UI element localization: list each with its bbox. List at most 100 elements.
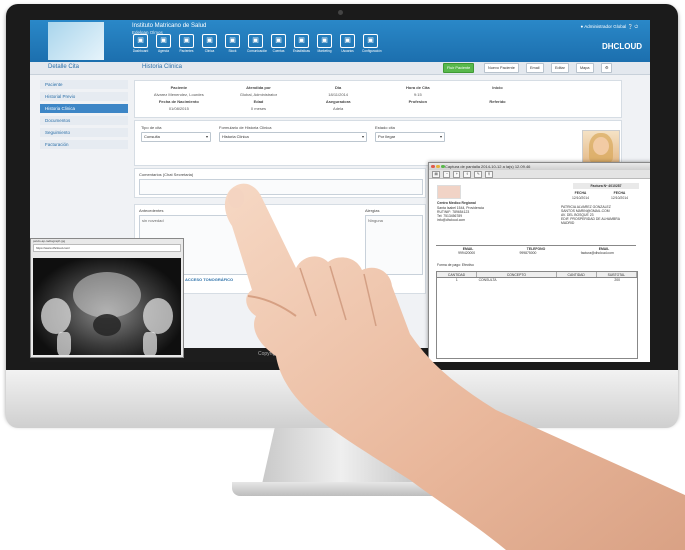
td-subtotal: 200 — [614, 278, 621, 282]
invoice-title: Factura Nº 4010287 — [573, 183, 639, 189]
maximize-icon[interactable] — [441, 164, 445, 168]
xray-browser-window[interactable]: pelvis-ap-radiograph.jpg https://www.dhc… — [30, 238, 184, 358]
nav-icon: ▣ — [156, 34, 171, 48]
xray-image — [33, 258, 181, 356]
nav-icon: ▣ — [202, 34, 217, 48]
sidebar-item-4[interactable]: Seguimiento — [40, 128, 128, 137]
power-icon[interactable]: ⏻ — [634, 24, 638, 29]
invoice-logo — [437, 185, 461, 199]
screenshot-title: Captura de pantalla 2014-10-12 a la(s) 1… — [445, 164, 531, 169]
nav-label: Dashboard — [132, 49, 149, 53]
estado-label: Estado cita — [375, 125, 395, 130]
tipo-select[interactable]: Consulta — [141, 132, 211, 142]
th-cantidad: CANTIDAD — [437, 272, 478, 277]
sidebar-item-5[interactable]: Facturación — [40, 140, 128, 149]
appt-value: 18/11/2014 — [328, 92, 349, 97]
appt-value: 01/08/2015 — [168, 106, 189, 111]
nav-icon: ▣ — [340, 34, 355, 48]
nav-label: Usuarios — [341, 49, 354, 53]
nav-item-0[interactable]: ▣ Dashboard — [132, 34, 149, 53]
fluir-paciente-button[interactable]: Fluir Paciente — [443, 63, 475, 73]
appt-value: 9:15 — [413, 92, 422, 97]
nav-icon: ▣ — [179, 34, 194, 48]
page-title: Detalle Cita — [48, 64, 80, 70]
nav-label: Comunicación — [247, 49, 268, 53]
nav-item-4[interactable]: ▣ Stock — [224, 34, 241, 53]
nav-icon: ▣ — [271, 34, 286, 48]
acceso-link[interactable]: ACCESO TONOGRÁFICO — [185, 277, 233, 282]
meta-val-1: 12/10/2014 — [572, 196, 589, 200]
institution-label: Instituto Matricano de Salud — [132, 23, 207, 29]
appt-key: Inicio — [492, 85, 503, 90]
appt-value: Global, Administrator — [239, 92, 278, 97]
appt-value — [458, 92, 538, 97]
formulario-select[interactable]: Historia Clinica — [219, 132, 367, 142]
sidebar-item-2[interactable]: Historia Clinica — [40, 104, 128, 113]
table-row: 1 CONSULTA 200 — [437, 278, 637, 282]
close-icon[interactable] — [431, 164, 435, 168]
nuevo-paciente-button[interactable]: Nuevo Paciente — [484, 63, 519, 73]
nav-item-10[interactable]: ▣ Configuración — [362, 34, 382, 53]
sidebar-toggle-icon[interactable]: ▤ — [432, 170, 441, 178]
appt-value: Adela — [333, 106, 344, 111]
antecedentes-label: Antecedentes — [139, 208, 164, 213]
client-lines: PATRICIA ALVAREZ GONZALEZ SANTOS MARIN@GM… — [561, 205, 620, 225]
monitor-chin — [6, 370, 678, 428]
td-qty: 1 — [455, 278, 458, 282]
alergias-input[interactable]: Ninguna — [365, 215, 423, 275]
editar-button[interactable]: Editar — [551, 63, 569, 73]
nav-item-2[interactable]: ▣ Pacientes — [178, 34, 195, 53]
comments-panel: Comentarios (Chat Secretaria) — [134, 168, 426, 198]
nav-item-1[interactable]: ▣ Agenda — [155, 34, 172, 53]
appt-value: 0 meses — [250, 106, 267, 111]
help-icon[interactable]: ❔ — [628, 24, 634, 29]
nav-item-6[interactable]: ▣ Cuentas — [270, 34, 287, 53]
zoom-out-icon[interactable]: − — [443, 170, 451, 178]
tipo-label: Tipo de cita — [141, 125, 162, 130]
share-icon[interactable]: ⇧ — [463, 170, 472, 178]
zoom-in-icon[interactable]: + — [453, 170, 461, 178]
contact-val-1: 999420000 — [458, 251, 476, 255]
appt-key: Aseguradora — [325, 99, 351, 104]
xray-url-field[interactable]: https://www.dhcloud.com/ — [33, 244, 181, 252]
company-line: info@dhcloud.com — [437, 218, 466, 222]
comentarios-label: Comentarios (Chat Secretaria) — [139, 172, 194, 177]
nav-item-5[interactable]: ▣ Comunicación — [247, 34, 268, 53]
appt-key: Fecha de Nacimiento — [158, 99, 199, 104]
contact-val-3: factura@dhcloud.com — [580, 251, 614, 255]
appt-key: Referido — [489, 99, 506, 104]
mapa-button[interactable]: Mapa — [576, 63, 594, 73]
sidebar-item-0[interactable]: Paciente — [40, 80, 128, 89]
search-icon[interactable]: ⚲ — [485, 170, 493, 178]
appt-value — [378, 106, 458, 111]
nav-label: Cuentas — [272, 49, 285, 53]
appt-key: Atendida por — [246, 85, 271, 90]
settings-button[interactable]: ⚙ — [601, 63, 613, 73]
nav-label: Pacientes — [179, 49, 194, 53]
nav-item-7[interactable]: ▣ Estadisticas — [293, 34, 310, 53]
meta-val-2: 12/10/2014 — [611, 196, 628, 200]
td-cantidad — [558, 278, 598, 282]
nav-icon: ▣ — [294, 34, 309, 48]
screenshot-titlebar[interactable]: Captura de pantalla 2014-10-12 a la(s) 1… — [429, 163, 650, 170]
sidebar-item-3[interactable]: Documentos — [40, 116, 128, 125]
appt-key: Hora de Cita — [406, 85, 430, 90]
minimize-icon[interactable] — [436, 164, 440, 168]
edit-icon[interactable]: ✎ — [474, 170, 483, 178]
th-cantidad-2: CANTIDAD — [557, 272, 597, 277]
nav-item-8[interactable]: ▣ Marketing — [316, 34, 333, 53]
nav-item-3[interactable]: ▣ Clinica — [201, 34, 218, 53]
appt-value: Alvarez Menendez, Lourdes — [153, 92, 204, 97]
estado-select[interactable]: Por llegar — [375, 132, 445, 142]
screenshot-window[interactable]: Captura de pantalla 2014-10-12 a la(s) 1… — [428, 162, 650, 362]
nav-label: Agenda — [158, 49, 169, 53]
appt-value — [458, 106, 538, 111]
email-button[interactable]: Email — [526, 63, 544, 73]
company-lines: Santa Isabel 1544, Providencia RUT/NIF: 7… — [437, 206, 484, 222]
user-menu[interactable]: ● Administrador Global ❔ ⏻ — [581, 24, 638, 30]
title-strip: Detalle Cita Historia Clinica Fluir Paci… — [30, 62, 650, 75]
comentarios-input[interactable] — [139, 179, 423, 195]
sidebar-item-1[interactable]: Historial Previo — [40, 92, 128, 101]
th-concepto: CONCEPTO — [477, 272, 557, 277]
nav-item-9[interactable]: ▣ Usuarios — [339, 34, 356, 53]
